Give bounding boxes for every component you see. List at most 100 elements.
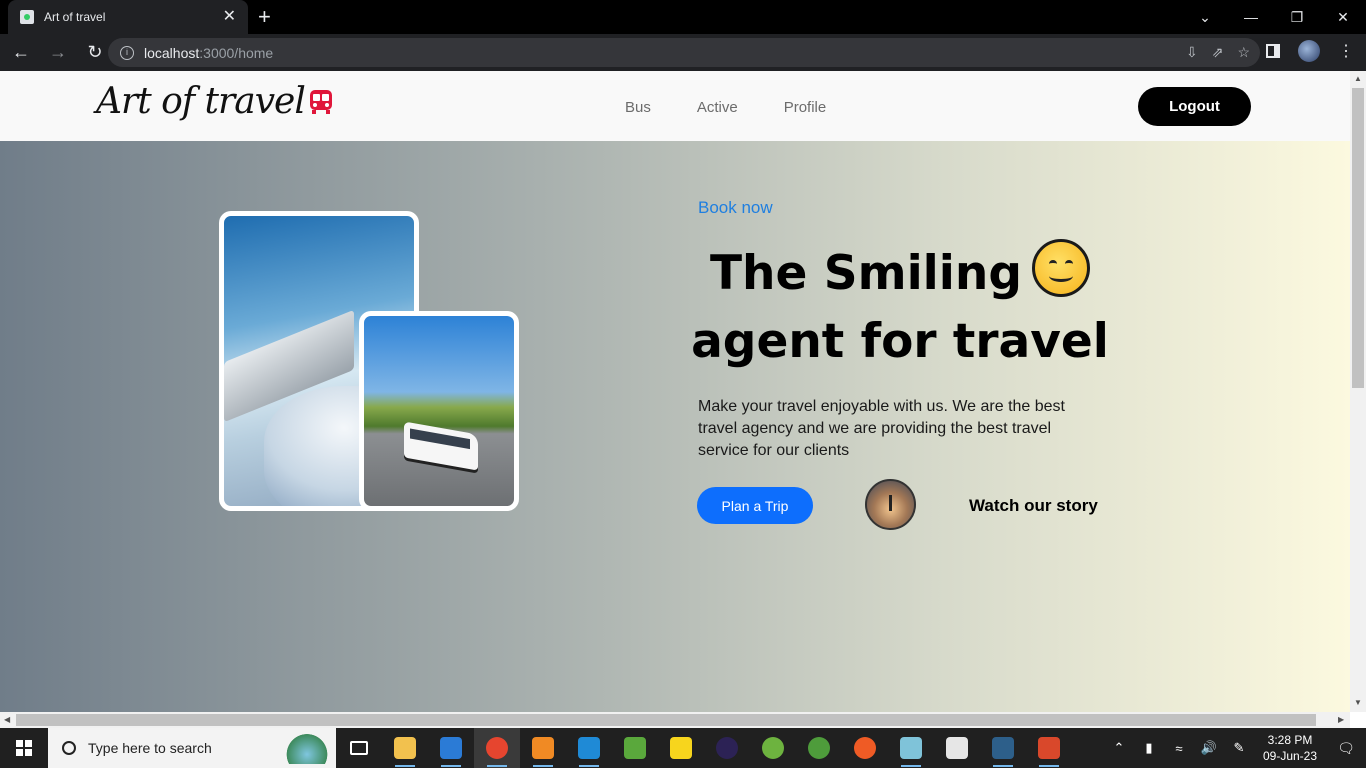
volume-icon[interactable]: 🔊 xyxy=(1194,740,1224,756)
task-view-icon xyxy=(350,741,368,755)
forward-icon[interactable]: → xyxy=(42,42,74,63)
bluej-icon xyxy=(624,737,646,759)
taskbar-app[interactable] xyxy=(980,728,1026,768)
paint-icon xyxy=(946,737,968,759)
bus-icon xyxy=(309,89,332,114)
window-controls: ⌄ — ❐ ✕ xyxy=(1182,0,1366,34)
notepad-icon xyxy=(900,737,922,759)
hero-description: Make your travel enjoyable with us. We a… xyxy=(698,398,1065,459)
address-bar[interactable]: i localhost :3000/home ⇩ ⇗ ☆ xyxy=(108,38,1260,67)
favicon-icon xyxy=(20,10,34,24)
book-now-link[interactable]: Book now xyxy=(698,198,773,218)
bookmark-star-icon[interactable]: ☆ xyxy=(1237,44,1250,61)
url-host: localhost xyxy=(144,44,200,61)
chrome-icon xyxy=(486,737,508,759)
watch-story-link[interactable]: Watch our story xyxy=(969,496,1098,516)
clock[interactable]: 3:28 PM 09-Jun-23 xyxy=(1254,732,1326,764)
windows-taskbar: Type here to search ⌃ ▮ ≈ 🔊 ✎ 3:28 PM 09… xyxy=(0,728,1366,768)
scroll-right-arrow-icon[interactable]: ▶ xyxy=(1338,715,1344,724)
web-page: Art of travel Bus Active Profile Logout xyxy=(0,71,1350,712)
scroll-left-arrow-icon[interactable]: ◀ xyxy=(4,715,10,724)
install-icon[interactable]: ⇩ xyxy=(1186,44,1198,61)
sticky-notes-icon xyxy=(670,737,692,759)
headline-line-1: The Smiling xyxy=(709,246,1023,301)
taskbar-app[interactable] xyxy=(750,728,796,768)
menu-kebab-icon[interactable]: ⋮ xyxy=(1338,41,1354,61)
taskbar-app[interactable] xyxy=(336,728,382,768)
show-hidden-icons-chevron-icon[interactable]: ⌃ xyxy=(1104,740,1134,756)
nav-link-profile[interactable]: Profile xyxy=(784,99,827,116)
browser-tab[interactable]: Art of travel ✕ xyxy=(8,0,248,34)
search-placeholder: Type here to search xyxy=(88,740,212,756)
taskbar-app[interactable] xyxy=(934,728,980,768)
taskbar-app[interactable] xyxy=(382,728,428,768)
vscode-icon xyxy=(578,737,600,759)
taskbar-app[interactable] xyxy=(520,728,566,768)
share-icon[interactable]: ⇗ xyxy=(1212,44,1224,61)
postman-icon xyxy=(854,737,876,759)
new-tab-button[interactable]: + xyxy=(258,6,271,28)
nav-links: Bus Active Profile xyxy=(625,99,826,116)
wifi-icon[interactable]: ≈ xyxy=(1164,741,1194,756)
horizontal-scroll-thumb[interactable] xyxy=(16,714,1316,726)
system-tray: ⌃ ▮ ≈ 🔊 ✎ 3:28 PM 09-Jun-23 🗨 xyxy=(1104,728,1366,768)
browser-toolbar: ← → ↻ i localhost :3000/home ⇩ ⇗ ☆ xyxy=(0,34,1366,71)
hero-section: Book now The Smiling agent for travel Ma… xyxy=(0,141,1350,712)
mysql-workbench-icon xyxy=(992,737,1014,759)
spring-tool-icon xyxy=(762,737,784,759)
store-icon xyxy=(440,737,462,759)
notification-icon[interactable]: 🗨 xyxy=(1326,740,1366,757)
nav-link-active[interactable]: Active xyxy=(697,99,738,116)
tab-search-icon[interactable]: ⌄ xyxy=(1182,9,1228,26)
restore-button[interactable]: ❐ xyxy=(1274,9,1320,26)
smiling-face-icon xyxy=(1032,239,1091,297)
taskbar-search[interactable]: Type here to search xyxy=(48,728,336,768)
taskbar-app[interactable] xyxy=(796,728,842,768)
git-gui-icon xyxy=(1038,737,1060,759)
plan-a-trip-button[interactable]: Plan a Trip xyxy=(697,487,813,524)
bus-on-highway-image xyxy=(359,311,519,511)
taskbar-app[interactable] xyxy=(1026,728,1072,768)
sublime-text-icon xyxy=(532,737,554,759)
hero-headline: The Smiling agent for travel xyxy=(690,239,1110,376)
nav-link-bus[interactable]: Bus xyxy=(625,99,651,116)
taskbar-app[interactable] xyxy=(474,728,520,768)
taskbar-app[interactable] xyxy=(842,728,888,768)
file-explorer-icon xyxy=(394,737,416,759)
profile-avatar[interactable] xyxy=(1298,40,1320,62)
search-icon xyxy=(62,741,76,755)
headline-line-2: agent for travel xyxy=(691,314,1109,369)
back-icon[interactable]: ← xyxy=(5,42,37,63)
start-button[interactable] xyxy=(0,728,48,768)
battery-icon[interactable]: ▮ xyxy=(1134,740,1164,756)
story-thumbnail[interactable] xyxy=(865,479,916,530)
windows-logo-icon xyxy=(16,740,32,756)
reload-icon[interactable]: ↻ xyxy=(79,42,111,63)
tab-close-icon[interactable]: ✕ xyxy=(223,9,236,25)
url-path: :3000/home xyxy=(199,44,274,61)
taskbar-app[interactable] xyxy=(658,728,704,768)
clock-time: 3:28 PM xyxy=(1267,733,1313,747)
site-logo[interactable]: Art of travel xyxy=(96,81,335,122)
scroll-up-arrow-icon[interactable]: ▲ xyxy=(1354,74,1362,83)
taskbar-app[interactable] xyxy=(566,728,612,768)
taskbar-app[interactable] xyxy=(888,728,934,768)
minimize-button[interactable]: — xyxy=(1228,9,1274,25)
site-navbar: Art of travel Bus Active Profile Logout xyxy=(0,71,1350,141)
vertical-scroll-thumb[interactable] xyxy=(1352,88,1364,388)
close-window-button[interactable]: ✕ xyxy=(1320,9,1366,26)
scroll-down-arrow-icon[interactable]: ▼ xyxy=(1354,698,1362,707)
logo-text: Art of travel xyxy=(96,81,306,122)
taskbar-app[interactable] xyxy=(612,728,658,768)
taskbar-app[interactable] xyxy=(704,728,750,768)
eclipse-icon xyxy=(716,737,738,759)
spring-boot-icon xyxy=(808,737,830,759)
pen-icon[interactable]: ✎ xyxy=(1224,740,1254,756)
search-highlight-image xyxy=(282,732,332,764)
logout-button[interactable]: Logout xyxy=(1138,87,1251,126)
site-info-icon[interactable]: i xyxy=(120,45,134,60)
pinned-apps xyxy=(336,728,1072,768)
browser-tab-strip: Art of travel ✕ + ⌄ — ❐ ✕ xyxy=(0,0,1366,34)
side-panel-icon[interactable] xyxy=(1266,44,1280,58)
taskbar-app[interactable] xyxy=(428,728,474,768)
